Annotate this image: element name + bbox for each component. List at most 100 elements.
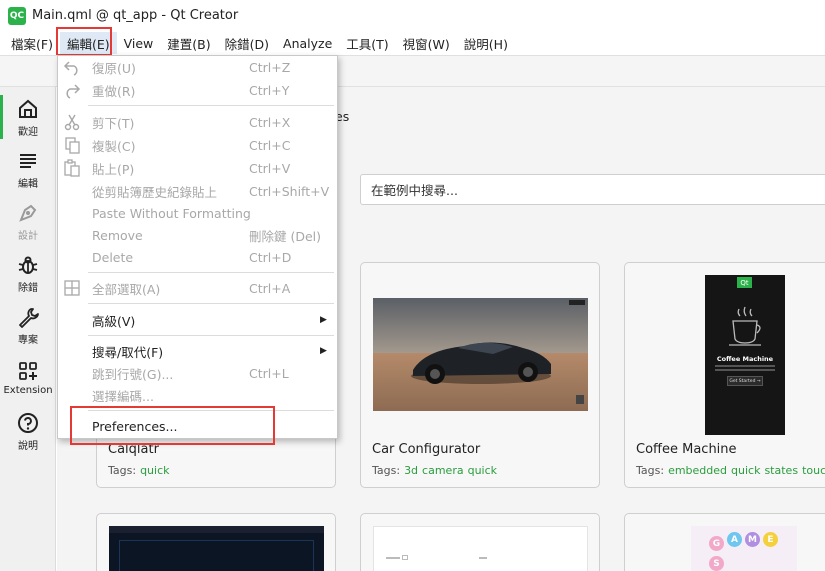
example-title: Calqlatr bbox=[108, 442, 159, 457]
menu-item-label: Paste Without Formatting bbox=[92, 205, 251, 221]
example-card-coffee-machine[interactable]: Qt Coffee Machine Get Started → Coffee M… bbox=[624, 262, 825, 488]
example-card-games[interactable]: G A M E S bbox=[624, 513, 825, 571]
menu-item-undo[interactable]: 復原(U) Ctrl+Z bbox=[58, 56, 337, 78]
coffee-thumb-subtext bbox=[715, 369, 775, 371]
thumb-field-label bbox=[479, 557, 487, 559]
thumb-panel bbox=[119, 540, 314, 571]
mode-label: 設計 bbox=[18, 230, 38, 242]
games-letter: G bbox=[709, 536, 724, 551]
mode-debug[interactable]: 除錯 bbox=[0, 247, 56, 299]
games-letter: E bbox=[763, 532, 778, 547]
undo-icon bbox=[62, 57, 82, 77]
coffee-thumb-heading: Coffee Machine bbox=[716, 355, 774, 363]
paste-icon bbox=[62, 158, 82, 178]
mode-edit[interactable]: 編輯 bbox=[0, 143, 56, 195]
menu-tools[interactable]: 工具(T) bbox=[339, 32, 395, 54]
tag-link[interactable]: quick bbox=[140, 464, 169, 477]
menu-item-shortcut: Ctrl+C bbox=[249, 137, 291, 153]
menu-window[interactable]: 視窗(W) bbox=[396, 32, 457, 54]
thumb-field bbox=[402, 555, 408, 560]
menu-item-delete[interactable]: Delete Ctrl+D bbox=[58, 246, 337, 268]
menu-file[interactable]: 檔案(F) bbox=[4, 32, 60, 54]
menu-item-shortcut: Ctrl+D bbox=[249, 249, 292, 265]
menu-item-label: 剪下(T) bbox=[92, 115, 135, 131]
mode-extensions[interactable]: Extension bbox=[0, 351, 56, 403]
menu-item-preferences[interactable]: Preferences... bbox=[58, 415, 337, 437]
menu-item-label: 搜尋/取代(F) bbox=[92, 344, 164, 360]
title-bar: QC Main.qml @ qt_app - Qt Creator bbox=[0, 0, 825, 31]
coffee-machine-thumbnail: Qt Coffee Machine Get Started → bbox=[705, 275, 785, 435]
menu-item-label: 複製(C) bbox=[92, 138, 136, 154]
cut-icon bbox=[62, 112, 82, 132]
menu-item-label: Delete bbox=[92, 249, 134, 265]
menu-item-shortcut: Ctrl+X bbox=[249, 114, 291, 130]
menu-build[interactable]: 建置(B) bbox=[160, 32, 217, 54]
design-pen-icon bbox=[16, 201, 40, 225]
menu-item-paste-from-history[interactable]: 從剪貼簿歷史紀錄貼上 Ctrl+Shift+V bbox=[58, 180, 337, 202]
copy-icon bbox=[62, 135, 82, 155]
menu-separator bbox=[88, 303, 334, 304]
qt-creator-logo-icon: QC bbox=[8, 6, 26, 25]
menu-view[interactable]: View bbox=[117, 32, 161, 54]
menu-item-label: Preferences... bbox=[92, 418, 178, 434]
menu-item-cut[interactable]: 剪下(T) Ctrl+X bbox=[58, 111, 337, 133]
tag-link[interactable]: embedded bbox=[668, 464, 727, 477]
menu-item-label: 從剪貼簿歷史紀錄貼上 bbox=[92, 184, 218, 200]
menu-item-copy[interactable]: 複製(C) Ctrl+C bbox=[58, 134, 337, 156]
thumb-field-label bbox=[386, 557, 400, 559]
menu-item-goto-line[interactable]: 跳到行號(G)... Ctrl+L bbox=[58, 362, 337, 384]
menu-item-shortcut: Ctrl+Shift+V bbox=[249, 183, 330, 199]
menu-item-paste[interactable]: 貼上(P) Ctrl+V bbox=[58, 157, 337, 179]
tag-link[interactable]: 3d bbox=[404, 464, 418, 477]
thumb-titlebar bbox=[109, 526, 324, 533]
menu-item-label: Remove bbox=[92, 227, 143, 243]
mode-design[interactable]: 設計 bbox=[0, 195, 56, 247]
menu-item-shortcut: Ctrl+L bbox=[249, 365, 289, 381]
menu-item-label: 重做(R) bbox=[92, 83, 136, 99]
menu-separator bbox=[88, 335, 334, 336]
example-card-form-app[interactable] bbox=[360, 513, 600, 571]
qt-badge: Qt bbox=[737, 277, 752, 288]
example-card-dark-app[interactable] bbox=[96, 513, 336, 571]
home-icon bbox=[16, 97, 40, 121]
menu-item-advanced[interactable]: 高級(V) ▶ bbox=[58, 309, 337, 331]
mode-welcome[interactable]: 歡迎 bbox=[0, 91, 56, 143]
tag-link[interactable]: touch bbox=[802, 464, 825, 477]
mode-help[interactable]: 說明 bbox=[0, 405, 56, 457]
tag-link[interactable]: quick bbox=[731, 464, 760, 477]
extensions-icon bbox=[16, 359, 40, 383]
menu-item-select-encoding[interactable]: 選擇編碼... bbox=[58, 384, 337, 406]
menu-debug[interactable]: 除錯(D) bbox=[218, 32, 276, 54]
coffee-thumb-button: Get Started → bbox=[727, 376, 763, 386]
menu-edit[interactable]: 編輯(E) bbox=[59, 32, 117, 54]
menu-item-select-all[interactable]: 全部選取(A) Ctrl+A bbox=[58, 277, 337, 299]
submenu-arrow-icon: ▶ bbox=[320, 346, 327, 356]
wrench-icon bbox=[16, 305, 40, 329]
mode-projects[interactable]: 專案 bbox=[0, 299, 56, 351]
games-letter: M bbox=[745, 532, 760, 547]
tags-label: Tags: bbox=[108, 464, 137, 477]
menu-item-label: 跳到行號(G)... bbox=[92, 366, 174, 382]
tag-link[interactable]: quick bbox=[468, 464, 497, 477]
menu-item-redo[interactable]: 重做(R) Ctrl+Y bbox=[58, 79, 337, 101]
menu-analyze[interactable]: Analyze bbox=[276, 32, 339, 54]
tag-link[interactable]: states bbox=[764, 464, 798, 477]
tag-link[interactable]: camera bbox=[422, 464, 464, 477]
menu-item-paste-without-formatting[interactable]: Paste Without Formatting bbox=[58, 202, 337, 224]
mode-label: 編輯 bbox=[18, 178, 38, 190]
menu-item-label: 高級(V) bbox=[92, 313, 136, 329]
menu-help[interactable]: 說明(H) bbox=[457, 32, 515, 54]
example-tags: Tags:embedded quick states touch bbox=[636, 464, 825, 477]
example-tags: Tags: quick bbox=[108, 464, 170, 477]
menu-separator bbox=[88, 105, 334, 106]
mode-label: Extension bbox=[3, 384, 53, 396]
form-app-thumbnail bbox=[373, 526, 588, 571]
car-configurator-thumbnail bbox=[373, 298, 588, 411]
submenu-arrow-icon: ▶ bbox=[320, 315, 327, 325]
example-tags: Tags: 3d camera quick bbox=[372, 464, 497, 477]
coffee-cup-icon bbox=[729, 306, 761, 346]
menu-item-find-replace[interactable]: 搜尋/取代(F) ▶ bbox=[58, 340, 337, 362]
examples-search-input[interactable]: 在範例中搜尋... bbox=[360, 174, 825, 205]
example-card-car-configurator[interactable]: Car Configurator Tags: 3d camera quick bbox=[360, 262, 600, 488]
menu-item-remove[interactable]: Remove 刪除鍵 (Del) bbox=[58, 224, 337, 246]
